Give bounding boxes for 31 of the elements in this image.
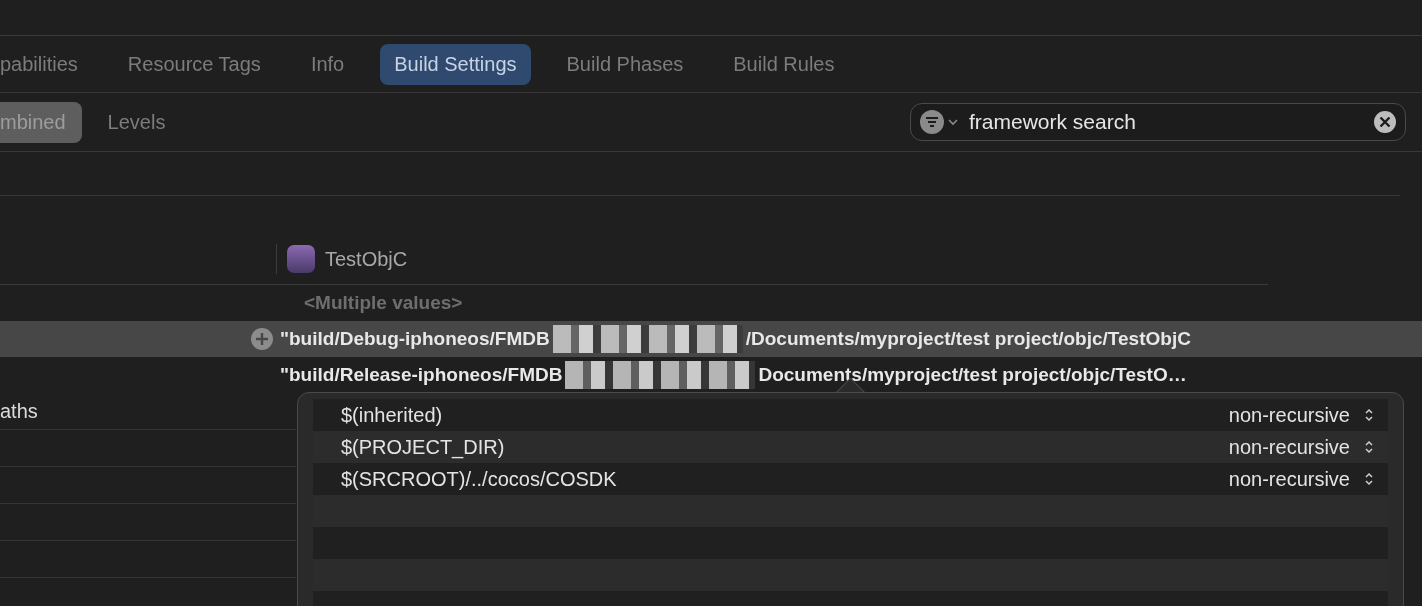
tab[interactable]: Info xyxy=(296,43,359,85)
recursion-popup[interactable]: non-recursive xyxy=(1228,467,1374,491)
stepper-icon xyxy=(1364,472,1374,486)
setting-row[interactable]: "build/Release-iphoneos/FMDB Documents/myproject/test project/objc/TestO… xyxy=(0,357,1422,393)
setting-name: aths xyxy=(0,399,38,423)
setting-value: Documents/myproject/test project/objc/TestO… xyxy=(758,364,1187,386)
tab[interactable]: Build Phases xyxy=(552,43,698,85)
stepper-icon xyxy=(1364,408,1374,422)
clear-icon[interactable] xyxy=(1373,110,1397,134)
search-box[interactable]: framework search xyxy=(910,103,1406,141)
recursion-popup[interactable]: non-recursive xyxy=(1228,403,1374,427)
tab[interactable]: Build Settings xyxy=(380,43,531,85)
filter-icon[interactable] xyxy=(919,109,961,135)
tab[interactable]: pabilities xyxy=(0,43,92,85)
view-mode-tab[interactable]: Levels xyxy=(91,101,182,143)
setting-value: "build/Release-iphoneos/FMDB xyxy=(280,364,563,386)
path-entry[interactable]: $(SRCROOT)/../cocos/COSDK xyxy=(341,467,1229,491)
path-entry[interactable]: $(inherited) xyxy=(341,403,1229,427)
app-icon xyxy=(287,245,315,273)
setting-value: /Documents/myproject/test project/objc/TestObjC xyxy=(745,328,1191,350)
recursion-popup[interactable]: non-recursive xyxy=(1228,435,1374,459)
tab[interactable]: Build Rules xyxy=(719,43,849,85)
search-field[interactable]: framework search xyxy=(967,109,1367,135)
path-entry[interactable]: $(PROJECT_DIR) xyxy=(341,435,1229,459)
tab[interactable]: Resource Tags xyxy=(113,43,275,85)
setting-row[interactable]: "build/Debug-iphoneos/FMDB /Documents/myproject/test project/objc/TestObjC xyxy=(0,321,1422,357)
target-name: TestObjC xyxy=(325,247,408,271)
setting-value: <Multiple values> xyxy=(304,292,463,314)
add-icon[interactable] xyxy=(250,327,274,351)
setting-value: "build/Debug-iphoneos/FMDB xyxy=(280,328,550,350)
stepper-icon xyxy=(1364,440,1374,454)
